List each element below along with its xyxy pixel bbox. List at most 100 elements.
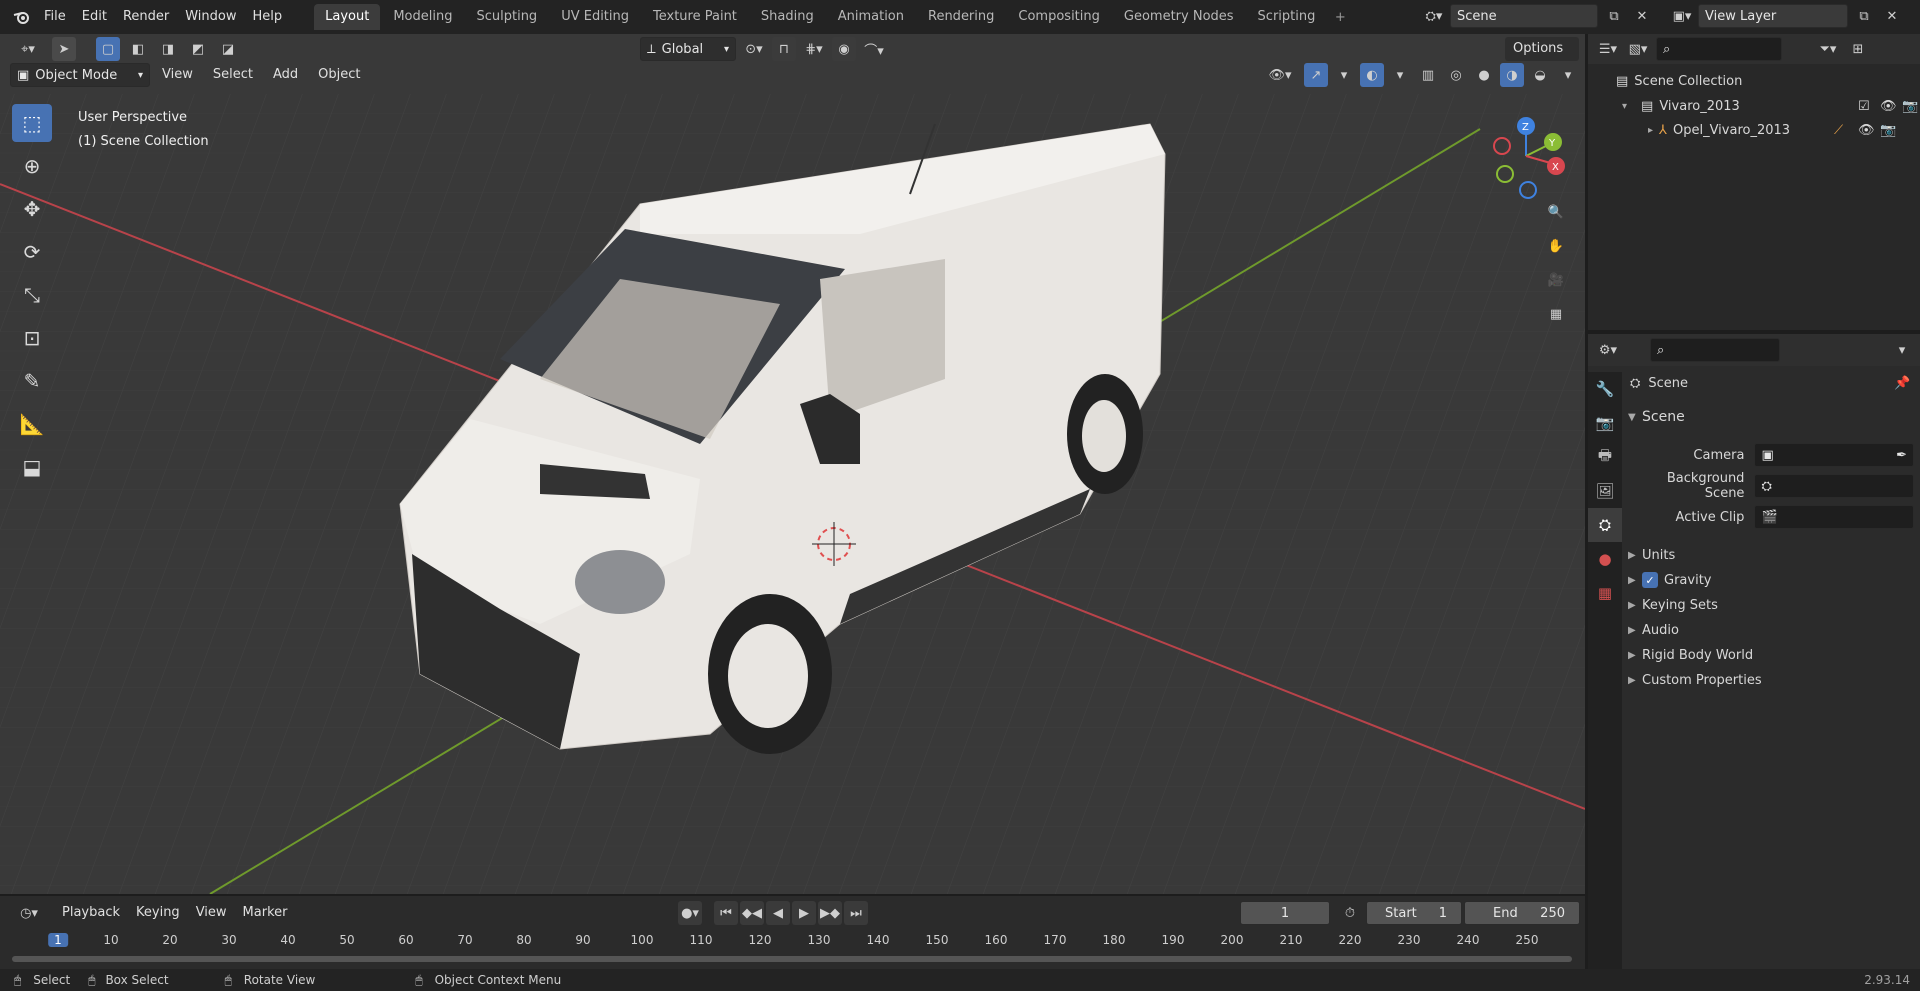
filter-icon[interactable]: ⏷▾ (1816, 37, 1840, 61)
shading-rendered-icon[interactable]: ◒ (1528, 63, 1552, 87)
shading-solid-icon[interactable]: ● (1472, 63, 1496, 87)
properties-editor-icon[interactable]: ⚙▾ (1596, 338, 1620, 362)
properties-search-input[interactable]: ⌕ (1650, 338, 1780, 362)
options-dropdown[interactable]: Options ▾ (1505, 37, 1579, 79)
zoom-icon[interactable]: 🔍 (1544, 200, 1568, 224)
gizmo-toggle-icon[interactable]: ↗ (1304, 63, 1328, 87)
falloff-icon[interactable]: ⌒▾ (862, 37, 886, 61)
start-frame-field[interactable]: Start 1 (1366, 901, 1462, 925)
chevron-down-icon[interactable]: ▾ (1890, 338, 1914, 362)
timeline-scrollbar[interactable] (12, 956, 1572, 962)
pin-icon[interactable]: 📌 (1894, 376, 1910, 391)
tool-annotate-icon[interactable]: ✎ (12, 362, 52, 400)
end-frame-field[interactable]: End 250 (1464, 901, 1580, 925)
camera-icon[interactable]: 📷 (1880, 123, 1896, 138)
tab-output-icon[interactable]: 🖶 (1588, 440, 1622, 474)
active-clip-field[interactable]: 🎬 (1754, 505, 1914, 529)
panel-header-scene[interactable]: ▼ Scene (1628, 404, 1914, 430)
view-layer-selector[interactable]: View Layer (1698, 4, 1848, 28)
copy-view-layer-icon[interactable]: ⧉ (1852, 4, 1876, 28)
tab-layout[interactable]: Layout (314, 4, 381, 30)
menu-file[interactable]: File (36, 4, 74, 30)
menu-render[interactable]: Render (115, 4, 177, 30)
3d-viewport[interactable]: ⌖▾ ➤ ▢ ◧ ◨ ◩ ◪ ⟂ Global ▾ ⊙▾ ⊓ ⋕▾ ◉ ⌒▾ O… (0, 34, 1585, 894)
tab-world-icon[interactable]: ● (1588, 542, 1622, 576)
select-mode-subtract-icon[interactable]: ◨ (156, 37, 180, 61)
tab-modeling[interactable]: Modeling (382, 4, 463, 30)
select-mode-invert-icon[interactable]: ◩ (186, 37, 210, 61)
visibility-icon[interactable]: 👁▾ (1268, 63, 1292, 87)
panel-units[interactable]: ▶ Units (1628, 544, 1675, 566)
outliner-root-row[interactable]: ▤ Scene Collection (1616, 70, 1742, 92)
add-workspace-icon[interactable]: + (1328, 5, 1352, 29)
tab-texture-icon[interactable]: ▦ (1588, 576, 1622, 610)
shading-menu-icon[interactable]: ▾ (1556, 63, 1580, 87)
eye-icon[interactable]: 👁 (1880, 99, 1897, 114)
play-icon[interactable]: ▶ (792, 901, 816, 925)
menu-playback[interactable]: Playback (54, 901, 128, 925)
tool-rotate-icon[interactable]: ⟳ (12, 233, 52, 271)
snap-target-icon[interactable]: ⋕▾ (802, 37, 826, 61)
scene-selector[interactable]: Scene (1450, 4, 1598, 28)
blender-logo-icon[interactable] (8, 5, 36, 29)
tool-select-box-icon[interactable]: ⬚ (12, 104, 52, 142)
navigation-gizmo[interactable]: Z Y X (1480, 104, 1570, 204)
exclude-checkbox-icon[interactable]: ☑ (1858, 99, 1870, 114)
snap-icon[interactable]: ⊓ (772, 37, 796, 61)
tab-scene-icon[interactable]: ⛭ (1588, 508, 1622, 542)
expand-arrow-icon[interactable]: ▾ (1622, 101, 1627, 112)
jump-keyframe-back-icon[interactable]: ◆◀ (740, 901, 764, 925)
editor-type-icon[interactable]: ⌖▾ (10, 37, 46, 61)
outliner-editor-icon[interactable]: ☰▾ (1596, 37, 1620, 61)
gravity-checkbox[interactable]: ✓ (1642, 572, 1658, 588)
shading-wireframe-icon[interactable]: ◎ (1444, 63, 1468, 87)
tool-move-icon[interactable]: ✥ (12, 190, 52, 228)
panel-gravity[interactable]: ▶ ✓ Gravity (1628, 569, 1711, 591)
timeline-editor-icon[interactable]: ◷▾ (12, 901, 46, 925)
menu-marker[interactable]: Marker (235, 901, 296, 925)
eye-icon[interactable]: 👁 (1858, 123, 1875, 138)
perspective-toggle-icon[interactable]: ▦ (1544, 302, 1568, 326)
tool-add-cube-icon[interactable]: ⬓ (12, 448, 52, 486)
current-frame-field[interactable]: 1 (1240, 901, 1330, 925)
select-mode-extend-icon[interactable]: ◧ (126, 37, 150, 61)
menu-timeline-view[interactable]: View (188, 901, 235, 925)
select-mode-intersect-icon[interactable]: ◪ (216, 37, 240, 61)
tab-geometry-nodes[interactable]: Geometry Nodes (1113, 4, 1245, 30)
jump-end-icon[interactable]: ⏭ (844, 901, 868, 925)
tab-rendering[interactable]: Rendering (917, 4, 1005, 30)
outliner-search-input[interactable]: ⌕ (1656, 37, 1782, 61)
view-layer-icon[interactable]: ▣▾ (1670, 4, 1694, 28)
gizmo-menu-icon[interactable]: ▾ (1332, 63, 1356, 87)
panel-custom-properties[interactable]: ▶ Custom Properties (1628, 669, 1762, 691)
new-collection-icon[interactable]: ⊞ (1846, 37, 1870, 61)
camera-field[interactable]: ▣ ✒ (1754, 443, 1914, 467)
panel-audio[interactable]: ▶ Audio (1628, 619, 1679, 641)
panel-rigid-body-world[interactable]: ▶ Rigid Body World (1628, 644, 1753, 666)
select-mode-new-icon[interactable]: ▢ (96, 37, 120, 61)
scene-icon[interactable]: ⛭▾ (1422, 4, 1446, 28)
outliner-row-collection[interactable]: ▾ ▤ Vivaro_2013 ☑ 👁 📷 (1622, 95, 1918, 117)
menu-object[interactable]: Object (310, 63, 368, 87)
overlays-toggle-icon[interactable]: ◐ (1360, 63, 1384, 87)
tab-animation[interactable]: Animation (827, 4, 915, 30)
background-scene-field[interactable]: ⛭ (1754, 474, 1914, 498)
menu-window[interactable]: Window (177, 4, 244, 30)
camera-icon[interactable]: 📷 (1902, 99, 1918, 114)
jump-keyframe-forward-icon[interactable]: ▶◆ (818, 901, 842, 925)
tab-sculpting[interactable]: Sculpting (465, 4, 548, 30)
tab-uv-editing[interactable]: UV Editing (550, 4, 640, 30)
play-reverse-icon[interactable]: ◀ (766, 901, 790, 925)
tool-transform-icon[interactable]: ⊡ (12, 319, 52, 357)
mode-dropdown[interactable]: ▣ Object Mode ▾ (10, 63, 150, 87)
eyedropper-icon[interactable]: ✒ (1896, 448, 1907, 463)
menu-keying[interactable]: Keying (128, 901, 188, 925)
camera-view-icon[interactable]: 🎥 (1544, 268, 1568, 292)
copy-scene-icon[interactable]: ⧉ (1602, 4, 1626, 28)
expand-arrow-icon[interactable]: ▸ (1648, 125, 1653, 136)
overlays-menu-icon[interactable]: ▾ (1388, 63, 1412, 87)
tool-cursor-icon[interactable]: ⊕ (12, 147, 52, 185)
tab-compositing[interactable]: Compositing (1007, 4, 1111, 30)
transform-orientation-dropdown[interactable]: ⟂ Global ▾ (640, 37, 736, 61)
tab-view-layer-icon[interactable]: 🖼 (1588, 474, 1622, 508)
